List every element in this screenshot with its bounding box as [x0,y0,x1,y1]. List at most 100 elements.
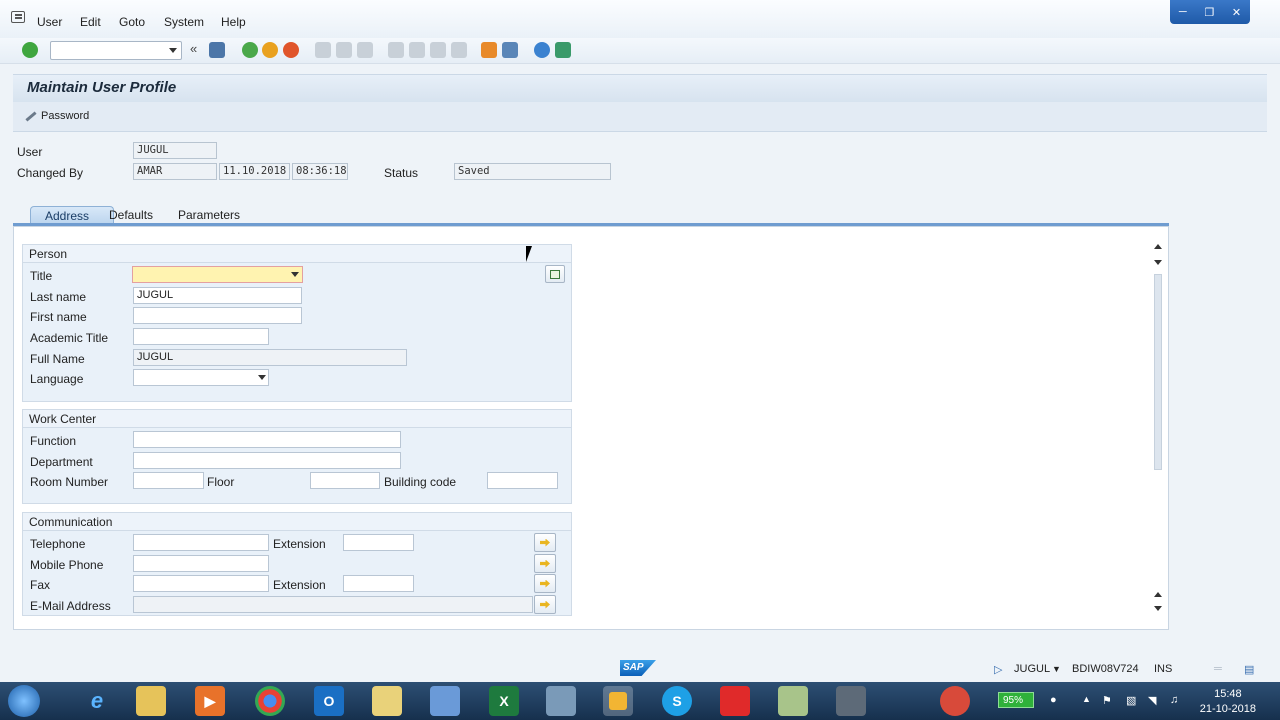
title-select[interactable] [132,266,303,283]
chevron-down-icon[interactable] [291,272,299,277]
previous-page-icon [409,42,425,58]
file-explorer-icon[interactable] [136,686,166,716]
function-field[interactable] [133,431,401,448]
sticky-notes-icon[interactable] [372,686,402,716]
restore-icon[interactable]: ❐ [1204,6,1214,19]
system-menu-icon[interactable] [11,11,25,23]
chevron-down-icon[interactable] [258,375,266,380]
first-name-field[interactable] [133,307,302,324]
tool-icon[interactable] [836,686,866,716]
mobile-more-button[interactable] [534,554,556,573]
sap-logon-icon[interactable] [546,686,576,716]
menu-system[interactable]: System [164,15,204,29]
building-code-label: Building code [384,475,457,489]
scroll-down-icon[interactable] [1154,260,1162,265]
enter-icon[interactable] [22,42,38,58]
notepad-icon[interactable] [430,686,460,716]
device-icon[interactable]: ▧ [1126,694,1138,707]
arrow-right-icon [540,579,550,588]
communication-group-title: Communication [23,513,571,531]
mouse-cursor-icon [526,246,538,262]
mobile-phone-field[interactable] [133,555,269,572]
menu-user[interactable]: User [37,15,62,29]
start-button[interactable] [8,685,40,717]
standard-toolbar: « [0,38,1280,64]
extension-field[interactable] [343,534,414,551]
save-icon[interactable] [209,42,225,58]
back-icon[interactable] [242,42,258,58]
fax-more-button[interactable] [534,574,556,593]
internet-explorer-icon[interactable]: e [82,686,112,716]
media-player-icon[interactable]: ▶ [195,686,225,716]
volume-icon[interactable]: ♫ [1170,694,1182,706]
grid-icon [550,269,560,279]
show-hidden-icon[interactable]: ▲ [1082,694,1094,706]
full-name-field: JUGUL [133,349,407,366]
language-select[interactable] [133,369,269,386]
layout-menu-icon[interactable] [555,42,571,58]
back-history-icon[interactable]: « [190,42,206,58]
skype-icon[interactable]: S [662,686,692,716]
user-label: User [17,145,43,159]
telephone-field[interactable] [133,534,269,551]
building-code-field[interactable] [487,472,558,489]
password-button[interactable]: Password [23,110,89,122]
scroll-down-icon[interactable] [1154,606,1162,611]
close-icon[interactable]: ✕ [1232,6,1241,19]
department-field[interactable] [133,452,401,469]
command-field[interactable] [50,41,182,60]
room-number-label: Room Number [30,475,109,489]
expand-address-button[interactable] [545,265,565,283]
scroll-thumb[interactable] [1154,274,1162,470]
flag-icon[interactable]: ⚑ [1102,694,1114,707]
department-label: Department [30,455,93,469]
battery-indicator[interactable]: 95% [998,692,1034,708]
email-more-button[interactable] [534,595,556,614]
menu-edit[interactable]: Edit [80,15,101,29]
menu-help[interactable]: Help [221,15,246,29]
cancel-icon[interactable] [283,42,299,58]
antivirus-icon[interactable] [940,686,970,716]
room-number-field[interactable] [133,472,204,489]
exit-icon[interactable] [262,42,278,58]
status-field: Saved [454,163,611,180]
floor-field[interactable] [310,472,380,489]
chevron-down-icon[interactable] [169,48,177,53]
menu-goto[interactable]: Goto [119,15,145,29]
fax-field[interactable] [133,575,269,592]
airtel-icon[interactable] [720,686,750,716]
excel-icon[interactable]: X [489,686,519,716]
status-lock-icon[interactable]: ▤ [1244,663,1254,676]
vertical-scrollbar[interactable] [1152,244,1164,616]
changed-by-label: Changed By [17,166,84,180]
scroll-up-icon[interactable] [1154,244,1162,249]
last-name-field[interactable]: JUGUL [133,287,302,304]
telephone-more-button[interactable] [534,533,556,552]
chevron-down-icon[interactable]: ▼ [1052,664,1061,674]
status-user[interactable]: JUGUL [1014,663,1050,675]
sap-gui-icon[interactable] [603,686,633,716]
scroll-up-icon[interactable] [1154,592,1162,597]
app-icon[interactable] [778,686,808,716]
find-next-icon [357,42,373,58]
academic-title-field[interactable] [133,328,269,345]
clock[interactable]: 15:48 21-10-2018 [1200,687,1256,717]
first-page-icon [388,42,404,58]
tab-defaults[interactable]: Defaults [99,206,163,224]
outlook-icon[interactable]: O [314,686,344,716]
power-icon[interactable]: ● [1050,694,1062,706]
network-icon[interactable]: ◥ [1148,694,1160,707]
fax-extension-field[interactable] [343,575,414,592]
clock-time: 15:48 [1214,688,1242,700]
tab-parameters[interactable]: Parameters [168,206,250,224]
new-session-icon[interactable] [481,42,497,58]
language-label: Language [30,372,84,386]
minimize-icon[interactable]: ─ [1179,6,1187,18]
status-expand-icon[interactable]: ▷ [994,663,1002,676]
fax-extension-label: Extension [273,578,326,592]
chrome-icon[interactable] [255,686,285,716]
shortcut-icon[interactable] [502,42,518,58]
title-bar: Maintain User Profile [13,74,1267,102]
page-title: Maintain User Profile [27,79,177,96]
help-icon[interactable] [534,42,550,58]
